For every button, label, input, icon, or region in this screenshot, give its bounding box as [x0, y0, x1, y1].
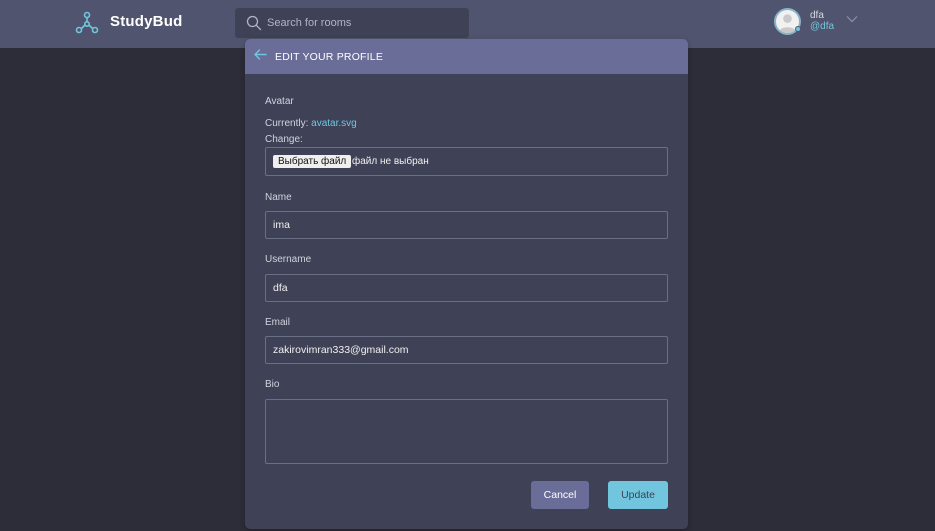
modal-title: EDIT YOUR PROFILE	[275, 51, 384, 63]
arrow-left-icon[interactable]	[254, 49, 267, 60]
name-field[interactable]	[265, 211, 668, 239]
choose-file-button[interactable]: Выбрать файл	[273, 155, 352, 168]
name-input[interactable]	[266, 212, 667, 238]
avatar-current: Currently: avatar.svg	[265, 118, 357, 129]
update-button[interactable]: Update	[608, 481, 668, 509]
bio-label: Bio	[265, 379, 280, 390]
chevron-down-icon[interactable]	[846, 15, 858, 23]
username-label: Username	[265, 254, 312, 265]
email-field[interactable]	[265, 336, 668, 364]
brand-name[interactable]: StudyBud	[110, 13, 182, 30]
avatar-file-input[interactable]: Выбрать файл файл не выбран	[265, 147, 668, 176]
name-label: Name	[265, 192, 292, 203]
email-label: Email	[265, 317, 291, 328]
search-icon	[246, 15, 262, 31]
avatar-change-label: Change:	[265, 134, 303, 145]
studybud-logo-icon[interactable]	[75, 11, 99, 35]
modal-header: EDIT YOUR PROFILE	[245, 39, 688, 74]
cancel-button[interactable]: Cancel	[531, 481, 589, 509]
search-bar[interactable]	[235, 8, 469, 38]
avatar-currently-prefix: Currently:	[265, 118, 309, 129]
email-input[interactable]	[266, 337, 667, 363]
file-status-text: файл не выбран	[352, 156, 429, 167]
username-input[interactable]	[266, 275, 667, 301]
avatar-current-file-link[interactable]: avatar.svg	[311, 118, 357, 129]
user-handle[interactable]: @dfa	[810, 21, 834, 32]
user-name[interactable]: dfa	[810, 10, 824, 21]
search-input[interactable]	[267, 8, 463, 38]
bio-field[interactable]	[265, 399, 668, 464]
avatar-label: Avatar	[265, 96, 294, 107]
username-field[interactable]	[265, 274, 668, 302]
bio-textarea[interactable]	[266, 400, 667, 463]
edit-profile-modal: EDIT YOUR PROFILE Avatar Currently: avat…	[245, 39, 688, 529]
online-status-dot	[795, 26, 801, 32]
